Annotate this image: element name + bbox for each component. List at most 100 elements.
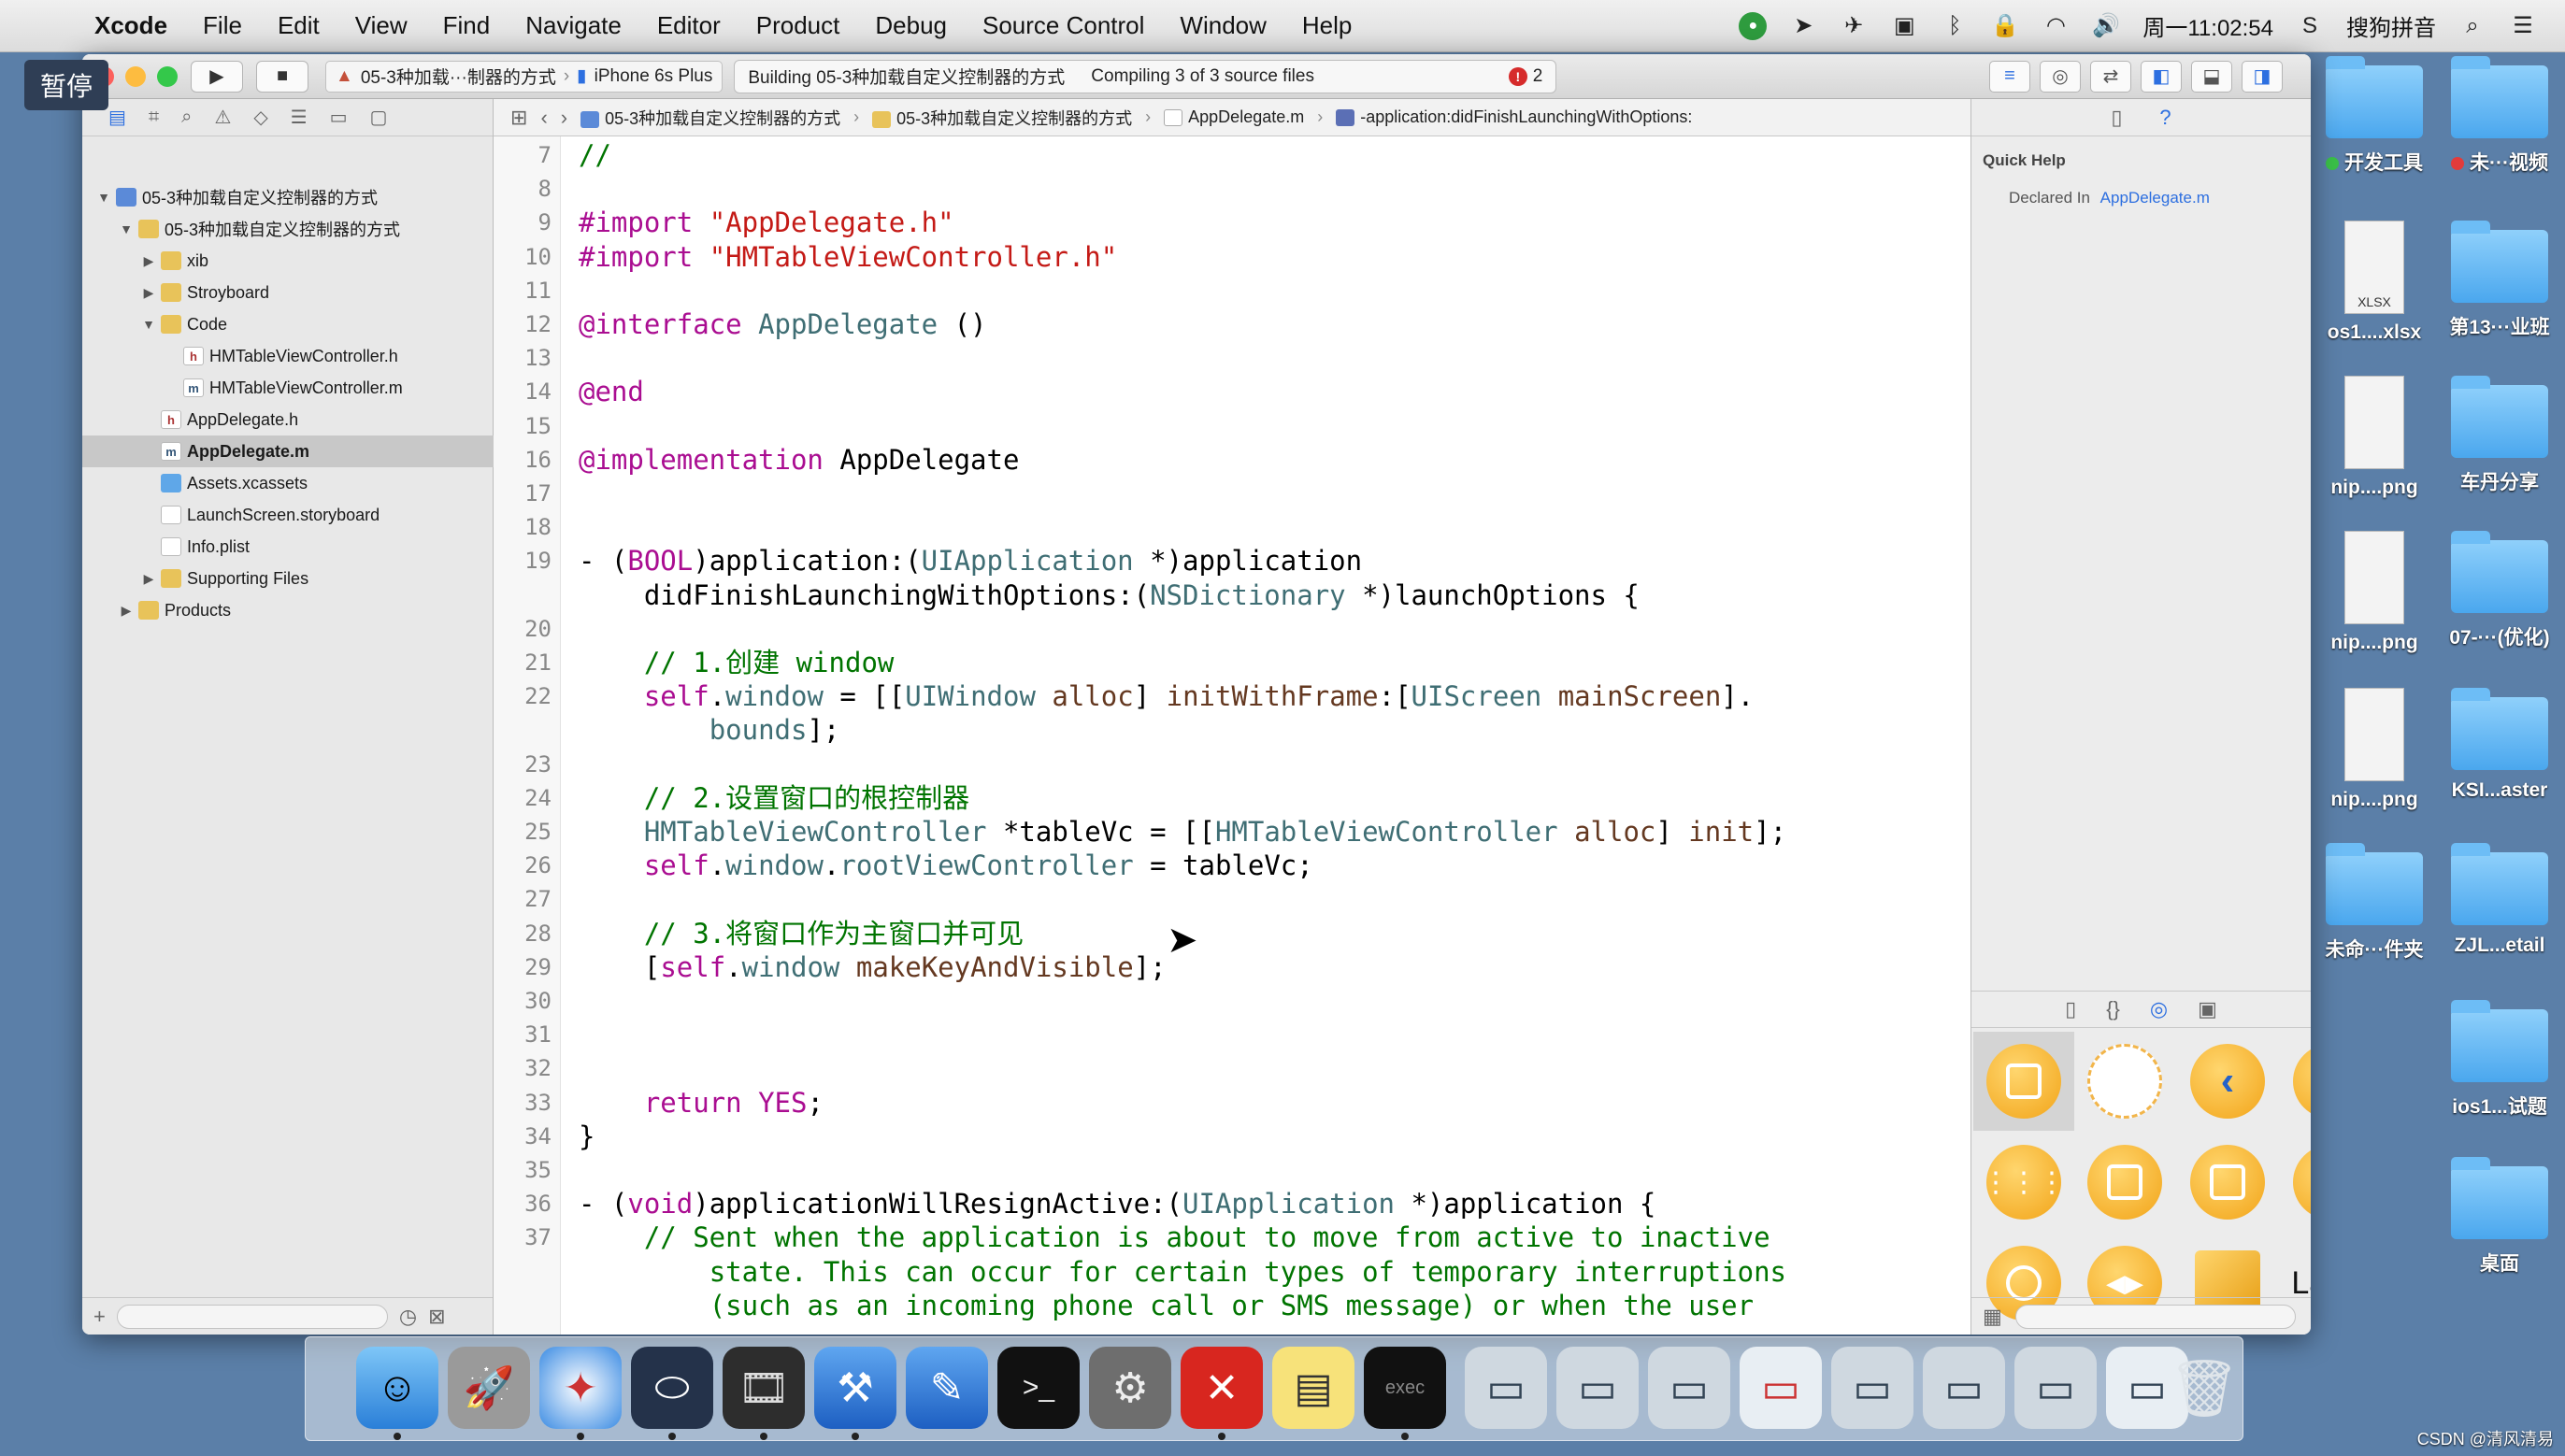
code-line[interactable]: 34} <box>494 1120 1970 1153</box>
code-line[interactable]: state. This can occur for certain types … <box>494 1255 1970 1289</box>
spotlight-search-icon[interactable]: ⌕ <box>2458 12 2486 40</box>
code-line[interactable]: bounds]; <box>494 713 1970 747</box>
split-view-controller-object[interactable] <box>2177 1133 2278 1232</box>
desktop-item[interactable]: KSI...aster <box>2434 688 2565 847</box>
version-editor-icon[interactable]: ⇄ <box>2090 60 2131 93</box>
back-icon[interactable]: ‹ <box>540 106 547 130</box>
code-snippet-library-icon[interactable]: {} <box>2106 997 2120 1021</box>
disclosure-triangle-icon[interactable]: ▼ <box>140 317 157 332</box>
navigator-filter-field[interactable] <box>116 1304 388 1329</box>
navigator-item[interactable]: h AppDelegate.h <box>82 404 494 435</box>
navigator-item[interactable]: ▶ Supporting Files <box>82 563 494 594</box>
menu-view[interactable]: View <box>337 11 425 40</box>
code-line[interactable]: 32 <box>494 1051 1970 1085</box>
navigator-item[interactable]: ▼ Code <box>82 308 494 340</box>
disclosure-triangle-icon[interactable]: ▶ <box>140 285 157 301</box>
stop-button[interactable]: ■ <box>256 60 308 93</box>
run-button[interactable]: ▶ <box>191 60 243 93</box>
code-line[interactable]: 7 // <box>494 138 1970 172</box>
disclosure-triangle-icon[interactable]: ▼ <box>118 221 135 236</box>
wifi-icon[interactable]: ◠ <box>2042 12 2070 40</box>
breadcrumb-file[interactable]: AppDelegate.m <box>1164 107 1304 127</box>
bluetooth-icon[interactable]: ᛒ <box>1941 12 1969 40</box>
zoom-window-button[interactable] <box>157 65 178 87</box>
code-line[interactable]: 25 HMTableViewController *tableVc = [[HM… <box>494 815 1970 849</box>
input-method-icon[interactable]: S <box>2296 12 2324 40</box>
menu-product[interactable]: Product <box>738 11 858 40</box>
file-inspector-icon[interactable]: ▯ <box>2111 106 2122 130</box>
report-navigator-icon[interactable]: ▢ <box>370 106 388 129</box>
source-control-filter-icon[interactable]: ⊠ <box>428 1305 445 1329</box>
screen-record-icon[interactable]: ▣ <box>1890 12 1918 40</box>
desktop-item[interactable]: ZJL...etail <box>2434 843 2565 1002</box>
desktop-item[interactable]: nip....png <box>2309 688 2440 847</box>
declared-in-link[interactable]: AppDelegate.m <box>2100 189 2210 207</box>
xcode-icon[interactable]: ⚒ <box>814 1347 896 1440</box>
minimized-window-thumbnail[interactable]: ▭ <box>1556 1347 1639 1429</box>
desktop-item[interactable]: 07-···(优化) <box>2434 531 2565 690</box>
code-line[interactable]: didFinishLaunchingWithOptions:(NSDiction… <box>494 578 1970 612</box>
desktop-item[interactable]: ios1...试题 <box>2434 1000 2565 1159</box>
code-line[interactable]: 35 <box>494 1153 1970 1187</box>
menu-edit[interactable]: Edit <box>260 11 337 40</box>
code-line[interactable]: 28 // 3.将窗口作为主窗口并可见 <box>494 917 1970 950</box>
assistant-editor-icon[interactable]: ◎ <box>2040 60 2081 93</box>
code-line[interactable]: 9 #import "AppDelegate.h" <box>494 206 1970 239</box>
navigator-item[interactable]: LaunchScreen.storyboard <box>82 499 494 531</box>
code-line[interactable]: 33 return YES; <box>494 1086 1970 1120</box>
code-line[interactable]: 29 [self.window makeKeyAndVisible]; <box>494 950 1970 984</box>
navigator-item[interactable]: m AppDelegate.m <box>82 435 494 467</box>
desktop-item[interactable]: 未···视频 <box>2434 56 2565 215</box>
desktop-item[interactable]: 桌面 <box>2434 1157 2565 1316</box>
menu-window[interactable]: Window <box>1162 11 1283 40</box>
related-items-icon[interactable]: ⊞ <box>510 106 527 130</box>
code-line[interactable]: 17 <box>494 477 1970 510</box>
minimized-window-thumbnail[interactable]: ▭ <box>2014 1347 2097 1429</box>
navigator-item[interactable]: ▶ Products <box>82 594 494 626</box>
code-line[interactable]: 18 <box>494 510 1970 544</box>
code-line[interactable]: 20 <box>494 612 1970 646</box>
notification-center-icon[interactable]: ☰ <box>2509 12 2537 40</box>
code-line[interactable]: 21 // 1.创建 window <box>494 646 1970 679</box>
disclosure-triangle-icon[interactable]: ▶ <box>118 603 135 619</box>
file-template-library-icon[interactable]: ▯ <box>2065 997 2076 1021</box>
code-line[interactable]: 15 <box>494 409 1970 443</box>
add-file-icon[interactable]: + <box>93 1305 106 1329</box>
navigator-item[interactable]: ▼ 05-3种加载自定义控制器的方式 <box>82 213 494 245</box>
menu-editor[interactable]: Editor <box>639 11 738 40</box>
disclosure-triangle-icon[interactable]: ▼ <box>95 190 112 205</box>
input-method-label[interactable]: 搜狗拼音 <box>2346 9 2436 42</box>
navigator-item[interactable]: m HMTableViewController.m <box>82 372 494 404</box>
library-filter-field[interactable] <box>2014 1304 2296 1329</box>
app-menu[interactable]: Xcode <box>77 11 185 40</box>
recent-files-icon[interactable]: ◷ <box>399 1305 417 1329</box>
sync-status-icon[interactable]: ● <box>1739 11 1768 40</box>
code-line[interactable]: 19 - (BOOL)application:(UIApplication *)a… <box>494 544 1970 578</box>
navigator-item[interactable]: h HMTableViewController.h <box>82 340 494 372</box>
finder-icon[interactable]: ☺ <box>356 1347 438 1440</box>
navigator-item[interactable]: Assets.xcassets <box>82 467 494 499</box>
error-indicator[interactable]: ! 2 <box>1508 66 1542 87</box>
terminal-icon[interactable]: >_ <box>997 1347 1080 1429</box>
menu-help[interactable]: Help <box>1284 11 1369 40</box>
view-controller-object[interactable] <box>1973 1032 2074 1131</box>
code-line[interactable]: 27 <box>494 882 1970 916</box>
navigator-item[interactable]: ▼ 05-3种加载自定义控制器的方式 <box>82 181 494 213</box>
forward-icon[interactable]: › <box>561 106 567 130</box>
minimized-window-thumbnail[interactable]: ▭ <box>1740 1347 1822 1429</box>
code-line[interactable]: 30 <box>494 984 1970 1018</box>
trash-icon[interactable]: 🗑 <box>2169 1347 2240 1429</box>
desktop-item[interactable]: nip....png <box>2309 376 2440 535</box>
notes-icon[interactable]: ▤ <box>1272 1347 1354 1429</box>
source-editor[interactable]: 7 // 8 9 #import "AppDelegate.h" 10 #import "H… <box>494 136 1970 1335</box>
storyboard-reference-object[interactable] <box>2074 1032 2175 1131</box>
code-line[interactable]: 14 @end <box>494 375 1970 408</box>
mouse-app-icon[interactable]: ⬭ <box>631 1347 713 1440</box>
code-line[interactable]: 11 <box>494 274 1970 307</box>
airplane-icon[interactable]: ✈ <box>1840 12 1868 40</box>
lock-icon[interactable]: 🔒 <box>1991 12 2019 40</box>
desktop-item[interactable]: 未命···件夹 <box>2309 843 2440 1002</box>
navigation-controller-object[interactable]: ‹ <box>2177 1032 2278 1131</box>
menu-source-control[interactable]: Source Control <box>965 11 1162 40</box>
navigator-item[interactable]: Info.plist <box>82 531 494 563</box>
